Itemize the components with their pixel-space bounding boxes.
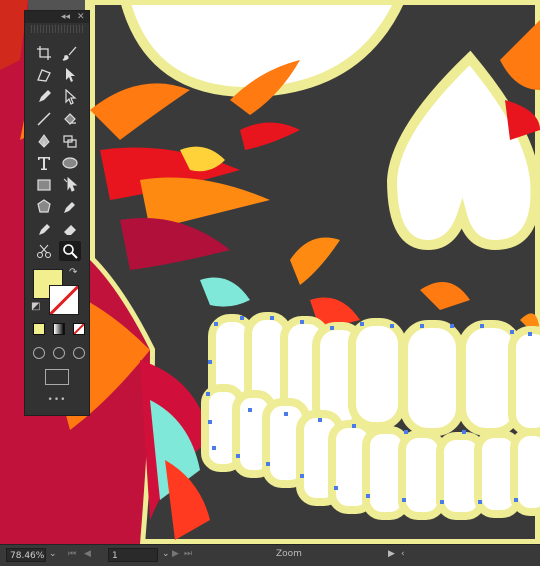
direct-selection-tool[interactable] (59, 87, 81, 107)
pen-nib-icon (39, 224, 50, 235)
draw-behind-icon[interactable] (53, 347, 65, 359)
eyedropper-tool[interactable] (59, 197, 81, 217)
swap-colors-icon[interactable]: ↷ (69, 267, 77, 278)
magnifier-icon (63, 244, 78, 259)
gradient-mode-icon[interactable] (53, 323, 65, 335)
artboard-tool[interactable] (33, 43, 55, 63)
pen-icon (38, 134, 50, 148)
type-tool[interactable] (33, 153, 55, 173)
eraser-tool[interactable] (59, 219, 81, 239)
default-colors-icon[interactable]: ◩ (31, 301, 40, 312)
artboard-number-field[interactable]: 1 (108, 548, 158, 562)
rectangle-icon (37, 179, 51, 191)
panel-grip[interactable] (31, 25, 83, 33)
status-bar: 78.46% ⌄ ⏮ ◀ 1 ⌄ ▶ ⏭ Zoom ▶ ‹ (0, 544, 540, 566)
draw-normal-icon[interactable] (33, 347, 45, 359)
live-paint-tool[interactable] (59, 109, 81, 129)
last-artboard-icon[interactable]: ⏭ (184, 549, 192, 559)
rectangle-tool[interactable] (33, 175, 55, 195)
pencil-icon (39, 90, 51, 102)
ellipse-icon (62, 157, 78, 169)
double-chevron-icon[interactable]: ◂◂ (61, 11, 70, 23)
scissors-tool[interactable] (33, 241, 55, 261)
free-transform-tool[interactable] (59, 175, 81, 195)
paint-bucket-icon (64, 113, 76, 125)
stroke-color-swatch[interactable] (49, 285, 79, 315)
current-tool-label: Zoom (276, 549, 302, 559)
close-icon[interactable]: ✕ (77, 11, 85, 23)
ellipse-tool[interactable] (59, 153, 81, 173)
paintbrush-tool[interactable] (59, 43, 81, 63)
pen-tool[interactable] (33, 131, 55, 151)
none-mode-icon[interactable] (73, 323, 85, 335)
polygon-tool[interactable] (33, 197, 55, 217)
transform-arrow-icon (63, 177, 78, 192)
play-icon[interactable]: ▶ (388, 549, 395, 559)
first-artboard-icon[interactable]: ⏮ (68, 549, 76, 559)
perspective-tool[interactable] (59, 131, 81, 151)
chevron-down-icon[interactable]: ⌄ (162, 549, 170, 559)
chevron-down-icon[interactable]: ⌄ (49, 549, 57, 559)
color-mode-icon[interactable] (33, 323, 45, 335)
line-segment-tool[interactable] (33, 109, 55, 129)
chevron-left-icon[interactable]: ‹ (401, 549, 405, 559)
line-icon (37, 112, 51, 126)
selection-tool[interactable] (59, 65, 81, 85)
zoom-level-field[interactable]: 78.46% (6, 548, 46, 562)
type-icon (38, 157, 50, 170)
eyedropper-icon (64, 202, 75, 213)
tools-panel: ◂◂ ✕ ↷ ◩ ••• (24, 10, 90, 416)
draw-inside-icon[interactable] (73, 347, 85, 359)
eraser-icon (64, 225, 76, 235)
selection-arrow-icon (66, 68, 75, 82)
zoom-tool[interactable] (59, 241, 81, 261)
shaper-tool[interactable] (33, 65, 55, 85)
edit-toolbar-button[interactable]: ••• (25, 395, 89, 405)
shaper-icon (37, 69, 51, 82)
perspective-icon (63, 135, 77, 148)
polygon-icon (37, 199, 51, 213)
artboard-icon (37, 46, 51, 60)
paintbrush-icon (62, 46, 77, 61)
direct-selection-icon (65, 89, 77, 105)
prev-artboard-icon[interactable]: ◀ (84, 549, 91, 559)
pen-variant-tool[interactable] (33, 219, 55, 239)
pencil-tool[interactable] (33, 87, 55, 107)
screen-mode-icon[interactable] (45, 369, 69, 385)
scissors-icon (37, 244, 51, 258)
next-artboard-icon[interactable]: ▶ (172, 549, 179, 559)
tools-panel-header[interactable]: ◂◂ ✕ (25, 11, 89, 23)
